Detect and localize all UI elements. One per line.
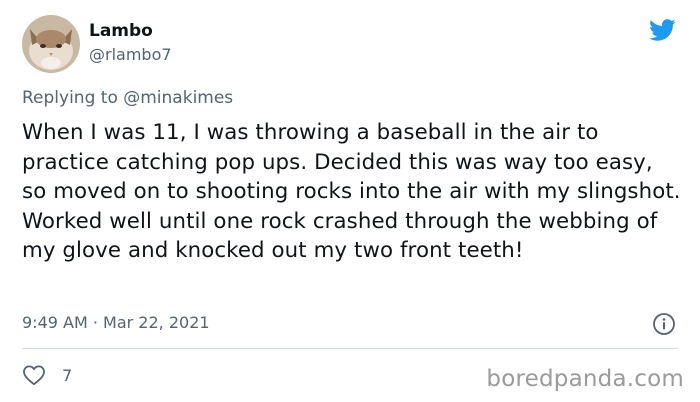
- heart-icon: [23, 365, 45, 386]
- reply-mention-link[interactable]: @minakimes: [123, 88, 233, 108]
- tweet-text: When I was 11, I was throwing a baseball…: [22, 120, 681, 263]
- display-name[interactable]: Lambo: [89, 21, 153, 41]
- cat-avatar-image: [22, 15, 80, 73]
- divider: [22, 348, 678, 349]
- like-button[interactable]: 7: [22, 364, 72, 386]
- like-count: 7: [62, 365, 73, 385]
- avatar[interactable]: [22, 15, 80, 73]
- watermark: boredpanda.com: [486, 366, 684, 392]
- info-icon[interactable]: [652, 312, 676, 336]
- replying-to-prefix: Replying to: [22, 88, 118, 108]
- replying-to: Replying to @minakimes: [22, 88, 233, 108]
- tweet-timestamp[interactable]: 9:49 AM · Mar 22, 2021: [22, 313, 210, 332]
- user-handle[interactable]: @rlambo7: [89, 45, 172, 64]
- twitter-bird-icon[interactable]: [646, 16, 678, 44]
